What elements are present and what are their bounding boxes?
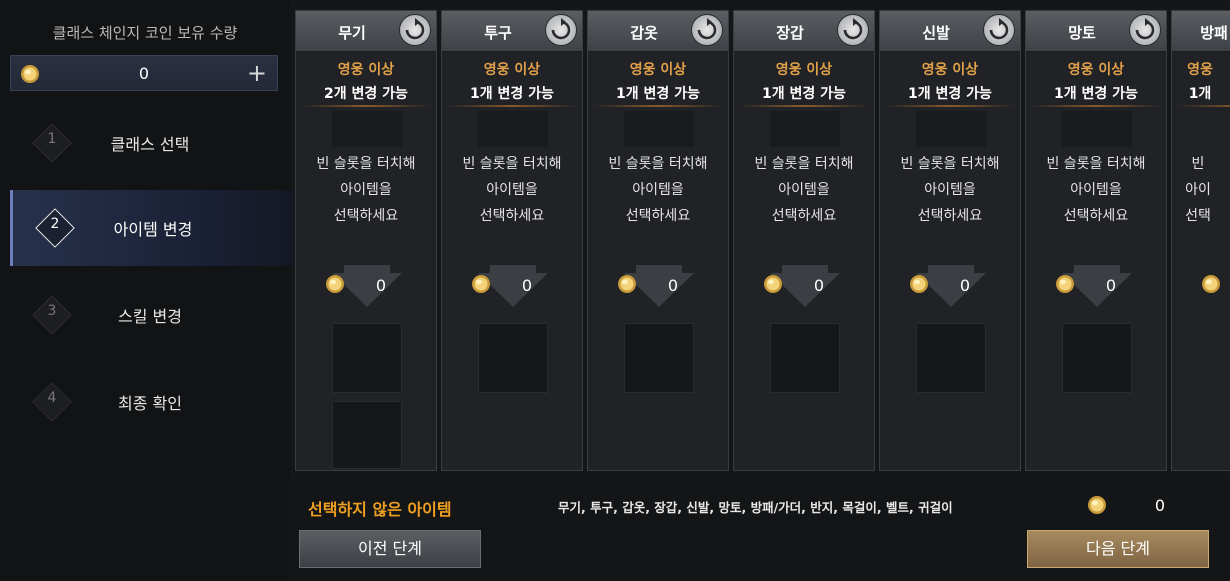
change-limit: 1개 변경 가능 bbox=[470, 86, 554, 102]
grade-requirement: 영웅 이상 bbox=[483, 62, 541, 78]
gold-coin-icon bbox=[616, 273, 638, 299]
new-item-slot[interactable] bbox=[478, 323, 548, 393]
refresh-icon[interactable] bbox=[545, 14, 577, 46]
new-item-slot[interactable] bbox=[624, 323, 694, 393]
step-label: 아이템 변경 bbox=[113, 220, 193, 239]
gold-coin-icon bbox=[1054, 273, 1076, 299]
grade-requirement: 영웅 bbox=[1187, 62, 1213, 78]
coin-title: 클래스 체인지 코인 보유 수량 bbox=[52, 24, 238, 42]
grade-requirement: 영웅 이상 bbox=[337, 62, 395, 78]
gold-coin-icon bbox=[908, 273, 930, 299]
step-label: 스킬 변경 bbox=[118, 307, 182, 326]
refresh-icon[interactable] bbox=[983, 14, 1015, 46]
current-item-slot[interactable] bbox=[478, 111, 548, 147]
divider bbox=[1176, 105, 1230, 107]
column-cost: 0 bbox=[1105, 276, 1117, 295]
new-item-slot[interactable] bbox=[332, 323, 402, 393]
column-name: 장갑 bbox=[776, 24, 804, 42]
divider bbox=[1030, 105, 1162, 107]
new-item-slot[interactable] bbox=[770, 323, 840, 393]
new-item-slot[interactable] bbox=[1062, 323, 1132, 393]
coin-amount: 0 bbox=[138, 64, 150, 83]
current-item-slot[interactable] bbox=[770, 111, 840, 147]
unselected-items-list: 무기, 투구, 갑옷, 장갑, 신발, 망토, 방패/가더, 반지, 목걸이, … bbox=[558, 500, 953, 515]
slot-hint: 빈 아이 선택 bbox=[1185, 156, 1211, 224]
gold-coin-icon bbox=[470, 273, 492, 299]
step-final-confirm[interactable]: 4 최종 확인 bbox=[10, 364, 290, 440]
divider bbox=[300, 105, 432, 107]
column-armor: 갑옷 영웅 이상 1개 변경 가능 빈 슬롯을 터치해 아이템을 선택하세요 0 bbox=[587, 10, 729, 471]
slot-hint: 빈 슬롯을 터치해 아이템을 선택하세요 bbox=[316, 156, 416, 224]
item-columns: 무기 영웅 이상 2개 변경 가능 빈 슬롯을 터치해 아이템을 선택하세요 0 투… bbox=[293, 0, 1230, 473]
current-item-slot[interactable] bbox=[624, 111, 694, 147]
column-name: 신발 bbox=[922, 24, 950, 42]
column-header: 망토 bbox=[1026, 11, 1166, 52]
gold-coin-icon bbox=[1086, 494, 1108, 520]
column-cost: 0 bbox=[959, 276, 971, 295]
column-gloves: 장갑 영웅 이상 1개 변경 가능 빈 슬롯을 터치해 아이템을 선택하세요 0 bbox=[733, 10, 875, 471]
step-label: 클래스 선택 bbox=[110, 135, 190, 154]
sidebar: 클래스 체인지 코인 보유 수량 0 + 1 클래스 선택 2 아이템 변경 3… bbox=[0, 0, 293, 581]
step-label: 최종 확인 bbox=[118, 394, 182, 413]
change-limit: 2개 변경 가능 bbox=[324, 86, 408, 102]
column-helmet: 투구 영웅 이상 1개 변경 가능 빈 슬롯을 터치해 아이템을 선택하세요 0 bbox=[441, 10, 583, 471]
refresh-icon[interactable] bbox=[1129, 14, 1161, 46]
divider bbox=[884, 105, 1016, 107]
divider bbox=[446, 105, 578, 107]
plus-icon[interactable]: + bbox=[247, 59, 267, 87]
step-class-select[interactable]: 1 클래스 선택 bbox=[10, 105, 290, 181]
gold-coin-icon bbox=[762, 273, 784, 299]
change-limit: 1개 변경 가능 bbox=[616, 86, 700, 102]
column-cost: 0 bbox=[667, 276, 679, 295]
refresh-icon[interactable] bbox=[691, 14, 723, 46]
unselected-items-title: 선택하지 않은 아이템 bbox=[308, 500, 452, 519]
divider bbox=[592, 105, 724, 107]
column-header: 무기 bbox=[296, 11, 436, 52]
current-item-slot[interactable] bbox=[916, 111, 986, 147]
column-cost: 0 bbox=[375, 276, 387, 295]
column-name: 망토 bbox=[1068, 24, 1096, 42]
column-cloak: 망토 영웅 이상 1개 변경 가능 빈 슬롯을 터치해 아이템을 선택하세요 0 bbox=[1025, 10, 1167, 471]
new-item-slot[interactable] bbox=[916, 323, 986, 393]
column-boots: 신발 영웅 이상 1개 변경 가능 빈 슬롯을 터치해 아이템을 선택하세요 0 bbox=[879, 10, 1021, 471]
current-item-slot[interactable] bbox=[332, 111, 402, 147]
step-skill-change[interactable]: 3 스킬 변경 bbox=[10, 277, 290, 353]
total-cost: 0 bbox=[1154, 496, 1166, 515]
new-item-slot-2[interactable] bbox=[332, 401, 402, 469]
slot-hint: 빈 슬롯을 터치해 아이템을 선택하세요 bbox=[900, 156, 1000, 224]
column-weapon: 무기 영웅 이상 2개 변경 가능 빈 슬롯을 터치해 아이템을 선택하세요 0 bbox=[295, 10, 437, 471]
refresh-icon[interactable] bbox=[837, 14, 869, 46]
grade-requirement: 영웅 이상 bbox=[921, 62, 979, 78]
column-header: 갑옷 bbox=[588, 11, 728, 52]
column-header: 방패 bbox=[1172, 11, 1230, 52]
column-header: 장갑 bbox=[734, 11, 874, 52]
refresh-icon[interactable] bbox=[399, 14, 431, 46]
previous-step-button[interactable]: 이전 단계 bbox=[299, 530, 481, 568]
coin-balance-bar: 0 + bbox=[10, 55, 278, 91]
next-step-button[interactable]: 다음 단계 bbox=[1027, 530, 1209, 568]
column-shield-partial: 방패 영웅 1개 빈 아이 선택 bbox=[1171, 10, 1230, 471]
column-name: 갑옷 bbox=[630, 24, 658, 42]
column-name: 방패 bbox=[1200, 24, 1228, 42]
change-limit: 1개 변경 가능 bbox=[908, 86, 992, 102]
slot-hint: 빈 슬롯을 터치해 아이템을 선택하세요 bbox=[754, 156, 854, 224]
column-cost: 0 bbox=[813, 276, 825, 295]
column-header: 투구 bbox=[442, 11, 582, 52]
bottom-bar: 선택하지 않은 아이템 무기, 투구, 갑옷, 장갑, 신발, 망토, 방패/가… bbox=[288, 480, 1230, 581]
column-name: 투구 bbox=[484, 24, 512, 42]
grade-requirement: 영웅 이상 bbox=[775, 62, 833, 78]
column-name: 무기 bbox=[338, 24, 366, 42]
slot-hint: 빈 슬롯을 터치해 아이템을 선택하세요 bbox=[462, 156, 562, 224]
divider bbox=[738, 105, 870, 107]
grade-requirement: 영웅 이상 bbox=[629, 62, 687, 78]
current-item-slot[interactable] bbox=[1062, 111, 1132, 147]
gold-coin-icon bbox=[1200, 273, 1222, 299]
change-limit: 1개 변경 가능 bbox=[762, 86, 846, 102]
slot-hint: 빈 슬롯을 터치해 아이템을 선택하세요 bbox=[608, 156, 708, 224]
column-header: 신발 bbox=[880, 11, 1020, 52]
change-limit: 1개 bbox=[1188, 86, 1212, 102]
column-cost: 0 bbox=[521, 276, 533, 295]
step-item-change[interactable]: 2 아이템 변경 bbox=[10, 190, 293, 266]
gold-coin-icon bbox=[324, 273, 346, 299]
